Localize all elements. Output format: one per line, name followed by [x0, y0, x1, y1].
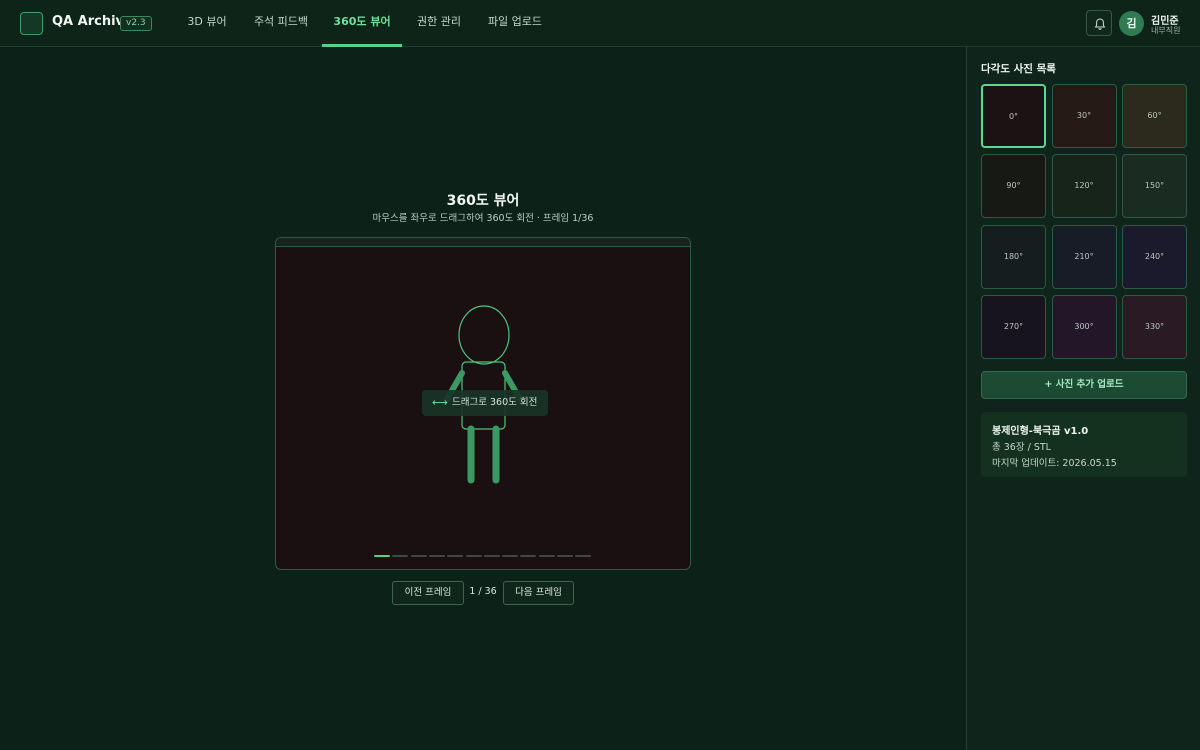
sidebar-title: 다각도 사진 목록 [981, 63, 1056, 75]
viewer-title: 360도 뷰어 [446, 193, 520, 209]
add-photo-upload-button[interactable]: + 사진 추가 업로드 [981, 371, 1187, 399]
viewer-canvas[interactable]: ⟷ 드래그로 360도 회전 [275, 237, 691, 570]
angle-thumbnail[interactable]: 120° [1051, 154, 1117, 219]
viewer-subtitle: 마우스를 좌우로 드래그하여 360도 회전 · 프레임 1/36 [372, 213, 594, 224]
angle-thumbnail[interactable]: 30° [1051, 84, 1117, 148]
tab-file-upload[interactable]: 파일 업로드 [480, 0, 550, 47]
angle-thumbnail[interactable]: 330° [1122, 294, 1187, 359]
model-name: 봉제인형-북극곰 v1.0 [992, 426, 1089, 437]
tab-3d-viewer[interactable]: 3D 뷰어 [180, 0, 234, 47]
progress-segment [575, 555, 592, 557]
bell-icon [1094, 18, 1106, 30]
model-info-card: 봉제인형-북극곰 v1.0 총 36장 / STL 마지막 업데이트: 2026… [981, 412, 1187, 477]
photo-count: 총 36장 / STL [992, 442, 1051, 453]
progress-segment [502, 555, 519, 557]
drag-hint-text: 드래그로 360도 회전 [452, 397, 538, 408]
progress-segment [374, 555, 390, 557]
progress-segment [465, 555, 482, 557]
angle-thumbnail[interactable]: 210° [1051, 224, 1117, 289]
progress-segment [392, 555, 409, 557]
top-header: QA Archive v2.3 3D 뷰어 주석 피드백 360도 뷰어 권한 … [0, 0, 1200, 47]
angle-thumbnail[interactable]: 240° [1122, 224, 1187, 289]
frame-counter: 1 / 36 [469, 586, 497, 597]
notification-button[interactable] [1086, 10, 1112, 36]
avatar[interactable]: 김 [1119, 11, 1144, 36]
tab-annotation-feedback[interactable]: 주석 피드백 [248, 0, 314, 47]
last-updated: 마지막 업데이트: 2026.05.15 [992, 458, 1117, 469]
progress-segment [447, 555, 464, 557]
angle-thumbnail[interactable]: 300° [1051, 294, 1117, 359]
tab-360-viewer[interactable]: 360도 뷰어 [322, 0, 402, 47]
user-role: 내부직원 [1151, 26, 1181, 35]
angle-thumbnail[interactable]: 150° [1122, 154, 1187, 219]
tab-permissions[interactable]: 권한 관리 [410, 0, 468, 47]
progress-segment [410, 555, 427, 557]
angle-thumbnail[interactable]: 180° [981, 224, 1046, 289]
version-badge: v2.3 [120, 16, 152, 31]
angle-photo-sidebar: 다각도 사진 목록 0° 30° 60° 90° 120° 150° 180° 210° 240… [966, 47, 1200, 750]
angle-thumbnail[interactable]: 90° [981, 154, 1046, 219]
active-tab-indicator [322, 44, 402, 47]
prev-frame-button[interactable]: 이전 프레임 [392, 581, 464, 605]
progress-segment [538, 555, 555, 557]
square-logo-icon[interactable] [20, 12, 43, 35]
horizontal-arrows-icon: ⟷ [432, 396, 448, 409]
progress-segment [520, 555, 537, 557]
angle-thumbnail[interactable]: 0° [981, 84, 1046, 148]
angle-thumbnail[interactable]: 60° [1122, 84, 1187, 148]
progress-segment [428, 555, 445, 557]
angle-thumbnail[interactable]: 270° [981, 294, 1046, 359]
drag-hint: ⟷ 드래그로 360도 회전 [422, 390, 548, 416]
progress-segment [483, 555, 500, 557]
next-frame-button[interactable]: 다음 프레임 [503, 581, 574, 605]
progress-segment [557, 555, 573, 557]
